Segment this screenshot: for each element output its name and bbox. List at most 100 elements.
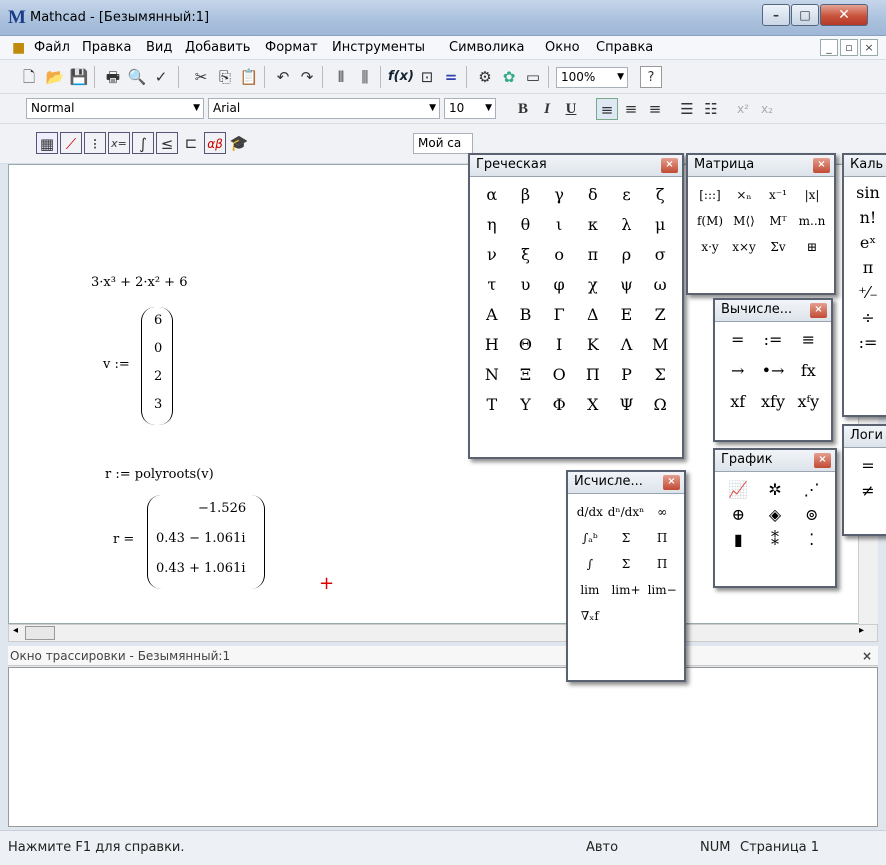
graph-symbol-button[interactable]: ▮ — [721, 528, 756, 551]
scroll-right-icon[interactable]: ▸ — [859, 625, 864, 636]
insert-function-icon[interactable]: f(x) — [388, 66, 414, 88]
window-icon[interactable]: ▭ — [522, 66, 544, 88]
spellcheck-icon[interactable]: ✓ — [150, 66, 172, 88]
greek-symbol-button[interactable]: Η — [476, 333, 508, 356]
menu-edit[interactable]: Правка — [82, 40, 131, 55]
greek-symbol-button[interactable]: β — [510, 183, 542, 206]
close-icon[interactable]: × — [862, 646, 872, 666]
matrix-palette-header[interactable]: Матрица × — [688, 155, 834, 177]
menu-view[interactable]: Вид — [146, 40, 172, 55]
greek-symbol-button[interactable]: η — [476, 213, 508, 236]
r-result-vector[interactable]: −1.526 0.43 − 1.061i 0.43 + 1.061i — [147, 495, 265, 589]
graph-symbol-button[interactable]: ⁚ — [794, 528, 829, 551]
logic-symbol-button[interactable]: ≠ — [846, 479, 886, 502]
menu-insert[interactable]: Добавить — [185, 40, 250, 55]
calculate-icon[interactable]: = — [440, 66, 462, 88]
numbering-icon[interactable]: ☷ — [700, 98, 722, 120]
menu-tools[interactable]: Инструменты — [332, 40, 425, 55]
r-result-label[interactable]: r = — [113, 532, 134, 547]
align-center-icon[interactable]: ≡ — [620, 98, 642, 120]
print-icon[interactable]: 🖶 — [102, 66, 124, 88]
close-icon[interactable]: × — [813, 158, 830, 173]
scroll-left-icon[interactable]: ◂ — [13, 625, 18, 636]
greek-symbol-button[interactable]: Τ — [476, 393, 508, 416]
matrix-symbol-button[interactable]: M⟨⟩ — [728, 209, 760, 233]
greek-symbol-button[interactable]: Γ — [543, 303, 575, 326]
programming-toolbar-icon[interactable]: ⊏ — [180, 132, 202, 154]
greek-symbol-button[interactable]: Ρ — [611, 363, 643, 386]
align-across-icon[interactable]: ⫴ — [330, 66, 352, 88]
mdi-minimize-button[interactable]: _ — [820, 39, 838, 56]
greek-symbol-button[interactable]: φ — [543, 273, 575, 296]
greek-symbol-button[interactable]: π — [577, 243, 609, 266]
evaluation-toolbar-icon[interactable]: x= — [108, 132, 130, 154]
matrix-symbol-button[interactable]: ⊞ — [796, 235, 828, 259]
greek-symbol-button[interactable]: Β — [510, 303, 542, 326]
style-select[interactable]: Normal ▼ — [26, 98, 204, 119]
greek-symbol-button[interactable]: ε — [611, 183, 643, 206]
calc2-symbol-button[interactable]: π — [846, 256, 886, 279]
greek-symbol-button[interactable]: Α — [476, 303, 508, 326]
graph-symbol-button[interactable]: ⊚ — [794, 503, 829, 526]
eval-symbol-button[interactable]: := — [756, 328, 789, 351]
menu-window[interactable]: Окно — [545, 40, 580, 55]
greek-symbol-button[interactable]: Θ — [510, 333, 542, 356]
calc-symbol-button[interactable]: lim+ — [608, 578, 645, 602]
eval-symbol-button[interactable]: = — [721, 328, 754, 351]
greek-symbol-button[interactable]: χ — [577, 273, 609, 296]
greek-palette-header[interactable]: Греческая × — [470, 155, 682, 177]
greek-symbol-button[interactable]: Ν — [476, 363, 508, 386]
undo-icon[interactable]: ↶ — [272, 66, 294, 88]
subscript-icon[interactable]: x₂ — [756, 98, 778, 120]
close-icon[interactable]: × — [661, 158, 678, 173]
greek-toolbar-icon[interactable]: αβ — [204, 132, 226, 154]
greek-symbol-button[interactable]: ρ — [611, 243, 643, 266]
greek-symbol-button[interactable]: Ε — [611, 303, 643, 326]
calc2-symbol-button[interactable]: n! — [846, 206, 886, 229]
matrix-symbol-button[interactable]: x⁻¹ — [762, 183, 794, 207]
size-select[interactable]: 10 ▼ — [444, 98, 496, 119]
matrix-symbol-button[interactable]: x×y — [728, 235, 760, 259]
bold-button[interactable]: B — [512, 98, 534, 120]
greek-symbol-button[interactable]: Ξ — [510, 363, 542, 386]
greek-symbol-button[interactable]: Ψ — [611, 393, 643, 416]
greek-symbol-button[interactable]: Κ — [577, 333, 609, 356]
matrix-symbol-button[interactable]: Σv — [762, 235, 794, 259]
minimize-button[interactable]: – — [762, 4, 790, 26]
greek-symbol-button[interactable]: Χ — [577, 393, 609, 416]
eval-symbol-button[interactable]: xᶠy — [792, 390, 825, 413]
font-select[interactable]: Arial ▼ — [208, 98, 440, 119]
graph-palette-header[interactable]: График × — [715, 450, 835, 472]
matrix-symbol-button[interactable]: f(M) — [694, 209, 726, 233]
menu-help[interactable]: Справка — [596, 40, 653, 55]
calc-symbol-button[interactable]: ∫ — [574, 552, 606, 576]
save-icon[interactable]: 💾 — [68, 66, 90, 88]
italic-button[interactable]: I — [536, 98, 558, 120]
greek-symbol-button[interactable]: Ι — [543, 333, 575, 356]
calculator-toolbar-icon[interactable]: ▦ — [36, 132, 58, 154]
menu-file[interactable]: Файл — [34, 40, 70, 55]
menu-format[interactable]: Формат — [265, 40, 318, 55]
align-right-icon[interactable]: ≡ — [644, 98, 666, 120]
close-icon[interactable]: × — [814, 453, 831, 468]
greek-symbol-button[interactable]: ψ — [611, 273, 643, 296]
graph-symbol-button[interactable]: ⁑ — [758, 528, 793, 551]
cut-icon[interactable]: ✂ — [190, 66, 212, 88]
calculus-toolbar-icon[interactable]: ∫ — [132, 132, 154, 154]
greek-symbol-button[interactable]: Ω — [644, 393, 676, 416]
mdi-close-button[interactable]: × — [860, 39, 878, 56]
maximize-button[interactable]: □ — [791, 4, 819, 26]
resource-select[interactable]: Мой са — [413, 133, 473, 154]
greek-symbol-button[interactable]: Ο — [543, 363, 575, 386]
calc2-symbol-button[interactable]: eˣ — [846, 231, 886, 254]
graph-symbol-button[interactable]: ✲ — [758, 478, 793, 501]
greek-symbol-button[interactable]: γ — [543, 183, 575, 206]
calc-symbol-button[interactable]: lim− — [646, 578, 678, 602]
greek-symbol-button[interactable]: Μ — [644, 333, 676, 356]
eval-symbol-button[interactable]: •→ — [756, 359, 789, 382]
eval-symbol-button[interactable]: fx — [792, 359, 825, 382]
greek-symbol-button[interactable]: Δ — [577, 303, 609, 326]
greek-symbol-button[interactable]: Π — [577, 363, 609, 386]
calc-symbol-button[interactable]: dⁿ/dxⁿ — [608, 500, 645, 524]
preview-icon[interactable]: 🔍 — [126, 66, 148, 88]
